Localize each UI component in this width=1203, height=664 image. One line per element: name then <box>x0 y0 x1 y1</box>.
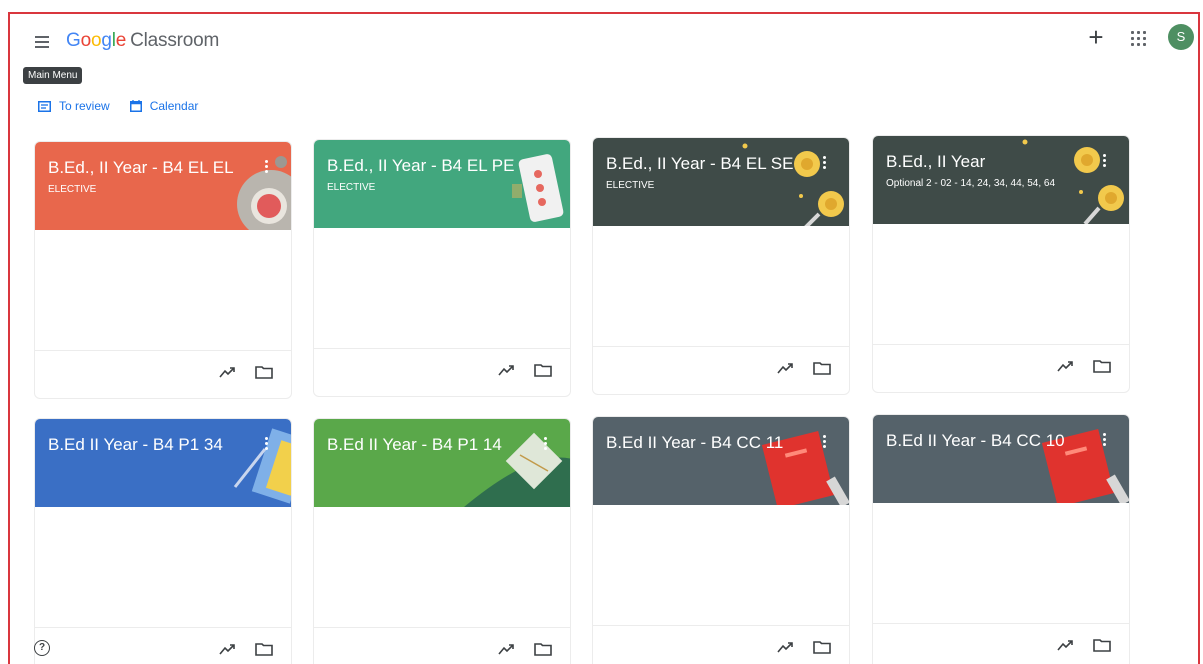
trending-up-icon[interactable] <box>777 361 795 375</box>
assignment-icon <box>38 100 51 112</box>
logo-letter: g <box>101 30 112 51</box>
kebab-menu-icon[interactable] <box>263 437 269 453</box>
class-title[interactable]: B.Ed II Year - B4 CC 11 <box>606 433 783 453</box>
class-card[interactable]: B.Ed., II Year Optional 2 - 02 - 14, 24,… <box>872 135 1130 393</box>
class-card-footer <box>593 625 849 664</box>
folder-icon[interactable] <box>1093 359 1111 373</box>
main-menu-button[interactable] <box>32 33 52 51</box>
class-card[interactable]: B.Ed II Year - B4 P1 14 <box>313 418 571 664</box>
class-section: ELECTIVE <box>327 182 376 193</box>
kebab-menu-icon[interactable] <box>263 160 269 176</box>
class-card-banner[interactable]: B.Ed., II Year - B4 EL PE ELECTIVE <box>314 140 570 228</box>
class-title[interactable]: B.Ed II Year - B4 P1 14 <box>327 435 502 455</box>
class-card-body <box>593 505 849 627</box>
class-card-banner[interactable]: B.Ed., II Year Optional 2 - 02 - 14, 24,… <box>873 136 1129 224</box>
class-card[interactable]: B.Ed II Year - B4 P1 34 <box>34 418 292 664</box>
class-title[interactable]: B.Ed II Year - B4 P1 34 <box>48 435 223 455</box>
class-card-banner[interactable]: B.Ed., II Year - B4 EL SE ELECTIVE <box>593 138 849 226</box>
folder-icon[interactable] <box>813 361 831 375</box>
banner-illustration <box>1041 428 1129 503</box>
product-name: Classroom <box>130 30 220 51</box>
class-card-body <box>314 228 570 350</box>
trending-up-icon[interactable] <box>1057 638 1075 652</box>
class-card-footer <box>35 350 291 398</box>
trending-up-icon[interactable] <box>219 642 237 656</box>
folder-icon[interactable] <box>534 642 552 656</box>
banner-illustration <box>233 428 291 504</box>
to-review-label: To review <box>59 99 110 113</box>
kebab-menu-icon[interactable] <box>542 437 548 453</box>
calendar-icon <box>129 100 142 112</box>
secondary-nav: To review Calendar <box>38 96 198 116</box>
plus-icon: + <box>1088 22 1104 52</box>
top-app-bar: Google Classroom Main Menu + S <box>10 14 1198 84</box>
class-card-footer <box>35 627 291 664</box>
google-apps-button[interactable] <box>1128 28 1150 50</box>
to-review-link[interactable]: To review <box>38 96 110 116</box>
class-card-footer <box>593 346 849 394</box>
class-card-footer <box>873 623 1129 664</box>
app-logo[interactable]: Google Classroom <box>66 30 219 52</box>
calendar-link[interactable]: Calendar <box>129 96 199 116</box>
class-section: ELECTIVE <box>606 180 655 191</box>
class-card-body <box>873 503 1129 625</box>
trending-up-icon[interactable] <box>1057 359 1075 373</box>
logo-letter: o <box>90 30 102 51</box>
class-card-body <box>314 507 570 629</box>
hamburger-menu-icon <box>35 36 49 38</box>
class-section: Optional 2 - 02 - 14, 24, 34, 44, 54, 64 <box>886 178 1056 189</box>
banner-illustration <box>464 432 570 507</box>
folder-icon[interactable] <box>813 640 831 654</box>
kebab-menu-icon[interactable] <box>1101 154 1107 170</box>
class-section: ELECTIVE <box>48 184 97 195</box>
class-card-banner[interactable]: B.Ed II Year - B4 P1 34 <box>35 419 291 507</box>
class-card-banner[interactable]: B.Ed II Year - B4 CC 11 <box>593 417 849 505</box>
trending-up-icon[interactable] <box>498 642 516 656</box>
class-title[interactable]: B.Ed., II Year <box>886 152 985 172</box>
calendar-label: Calendar <box>149 99 199 113</box>
class-card[interactable]: B.Ed., II Year - B4 EL SE ELECTIVE <box>592 137 850 395</box>
class-card-body <box>593 226 849 348</box>
class-card-body <box>873 224 1129 346</box>
kebab-menu-icon[interactable] <box>821 435 827 451</box>
class-card[interactable]: B.Ed II Year - B4 CC 11 <box>592 416 850 664</box>
class-card-body <box>35 230 291 352</box>
help-icon[interactable]: ? <box>34 640 50 656</box>
class-title[interactable]: B.Ed II Year - B4 CC 10 <box>886 431 1065 451</box>
logo-letter: o <box>80 30 92 51</box>
class-card-banner[interactable]: B.Ed., II Year - B4 EL EL ELECTIVE <box>35 142 291 230</box>
class-card-banner[interactable]: B.Ed II Year - B4 CC 10 <box>873 415 1129 503</box>
account-avatar[interactable]: S <box>1168 24 1194 50</box>
folder-icon[interactable] <box>255 642 273 656</box>
kebab-menu-icon[interactable] <box>1101 433 1107 449</box>
class-card[interactable]: B.Ed II Year - B4 CC 10 <box>872 414 1130 664</box>
logo-letter: G <box>66 30 81 51</box>
class-title[interactable]: B.Ed., II Year - B4 EL EL <box>48 158 234 178</box>
class-title[interactable]: B.Ed., II Year - B4 EL PE <box>327 156 514 176</box>
folder-icon[interactable] <box>1093 638 1111 652</box>
app-window: Google Classroom Main Menu + S To review … <box>8 12 1200 664</box>
kebab-menu-icon[interactable] <box>821 156 827 172</box>
class-card[interactable]: B.Ed., II Year - B4 EL EL ELECTIVE <box>34 141 292 399</box>
trending-up-icon[interactable] <box>219 365 237 379</box>
class-card-body <box>35 507 291 629</box>
banner-illustration <box>761 430 849 505</box>
class-card-footer <box>314 627 570 664</box>
class-card-footer <box>314 348 570 396</box>
class-card-footer <box>873 344 1129 392</box>
class-card-banner[interactable]: B.Ed II Year - B4 P1 14 <box>314 419 570 507</box>
trending-up-icon[interactable] <box>498 363 516 377</box>
trending-up-icon[interactable] <box>777 640 795 654</box>
logo-letter: e <box>115 30 127 51</box>
create-join-button[interactable]: + <box>1082 24 1110 52</box>
folder-icon[interactable] <box>534 363 552 377</box>
class-card[interactable]: B.Ed., II Year - B4 EL PE ELECTIVE <box>313 139 571 397</box>
main-menu-tooltip: Main Menu <box>23 67 83 84</box>
folder-icon[interactable] <box>255 365 273 379</box>
class-title[interactable]: B.Ed., II Year - B4 EL SE <box>606 154 793 174</box>
